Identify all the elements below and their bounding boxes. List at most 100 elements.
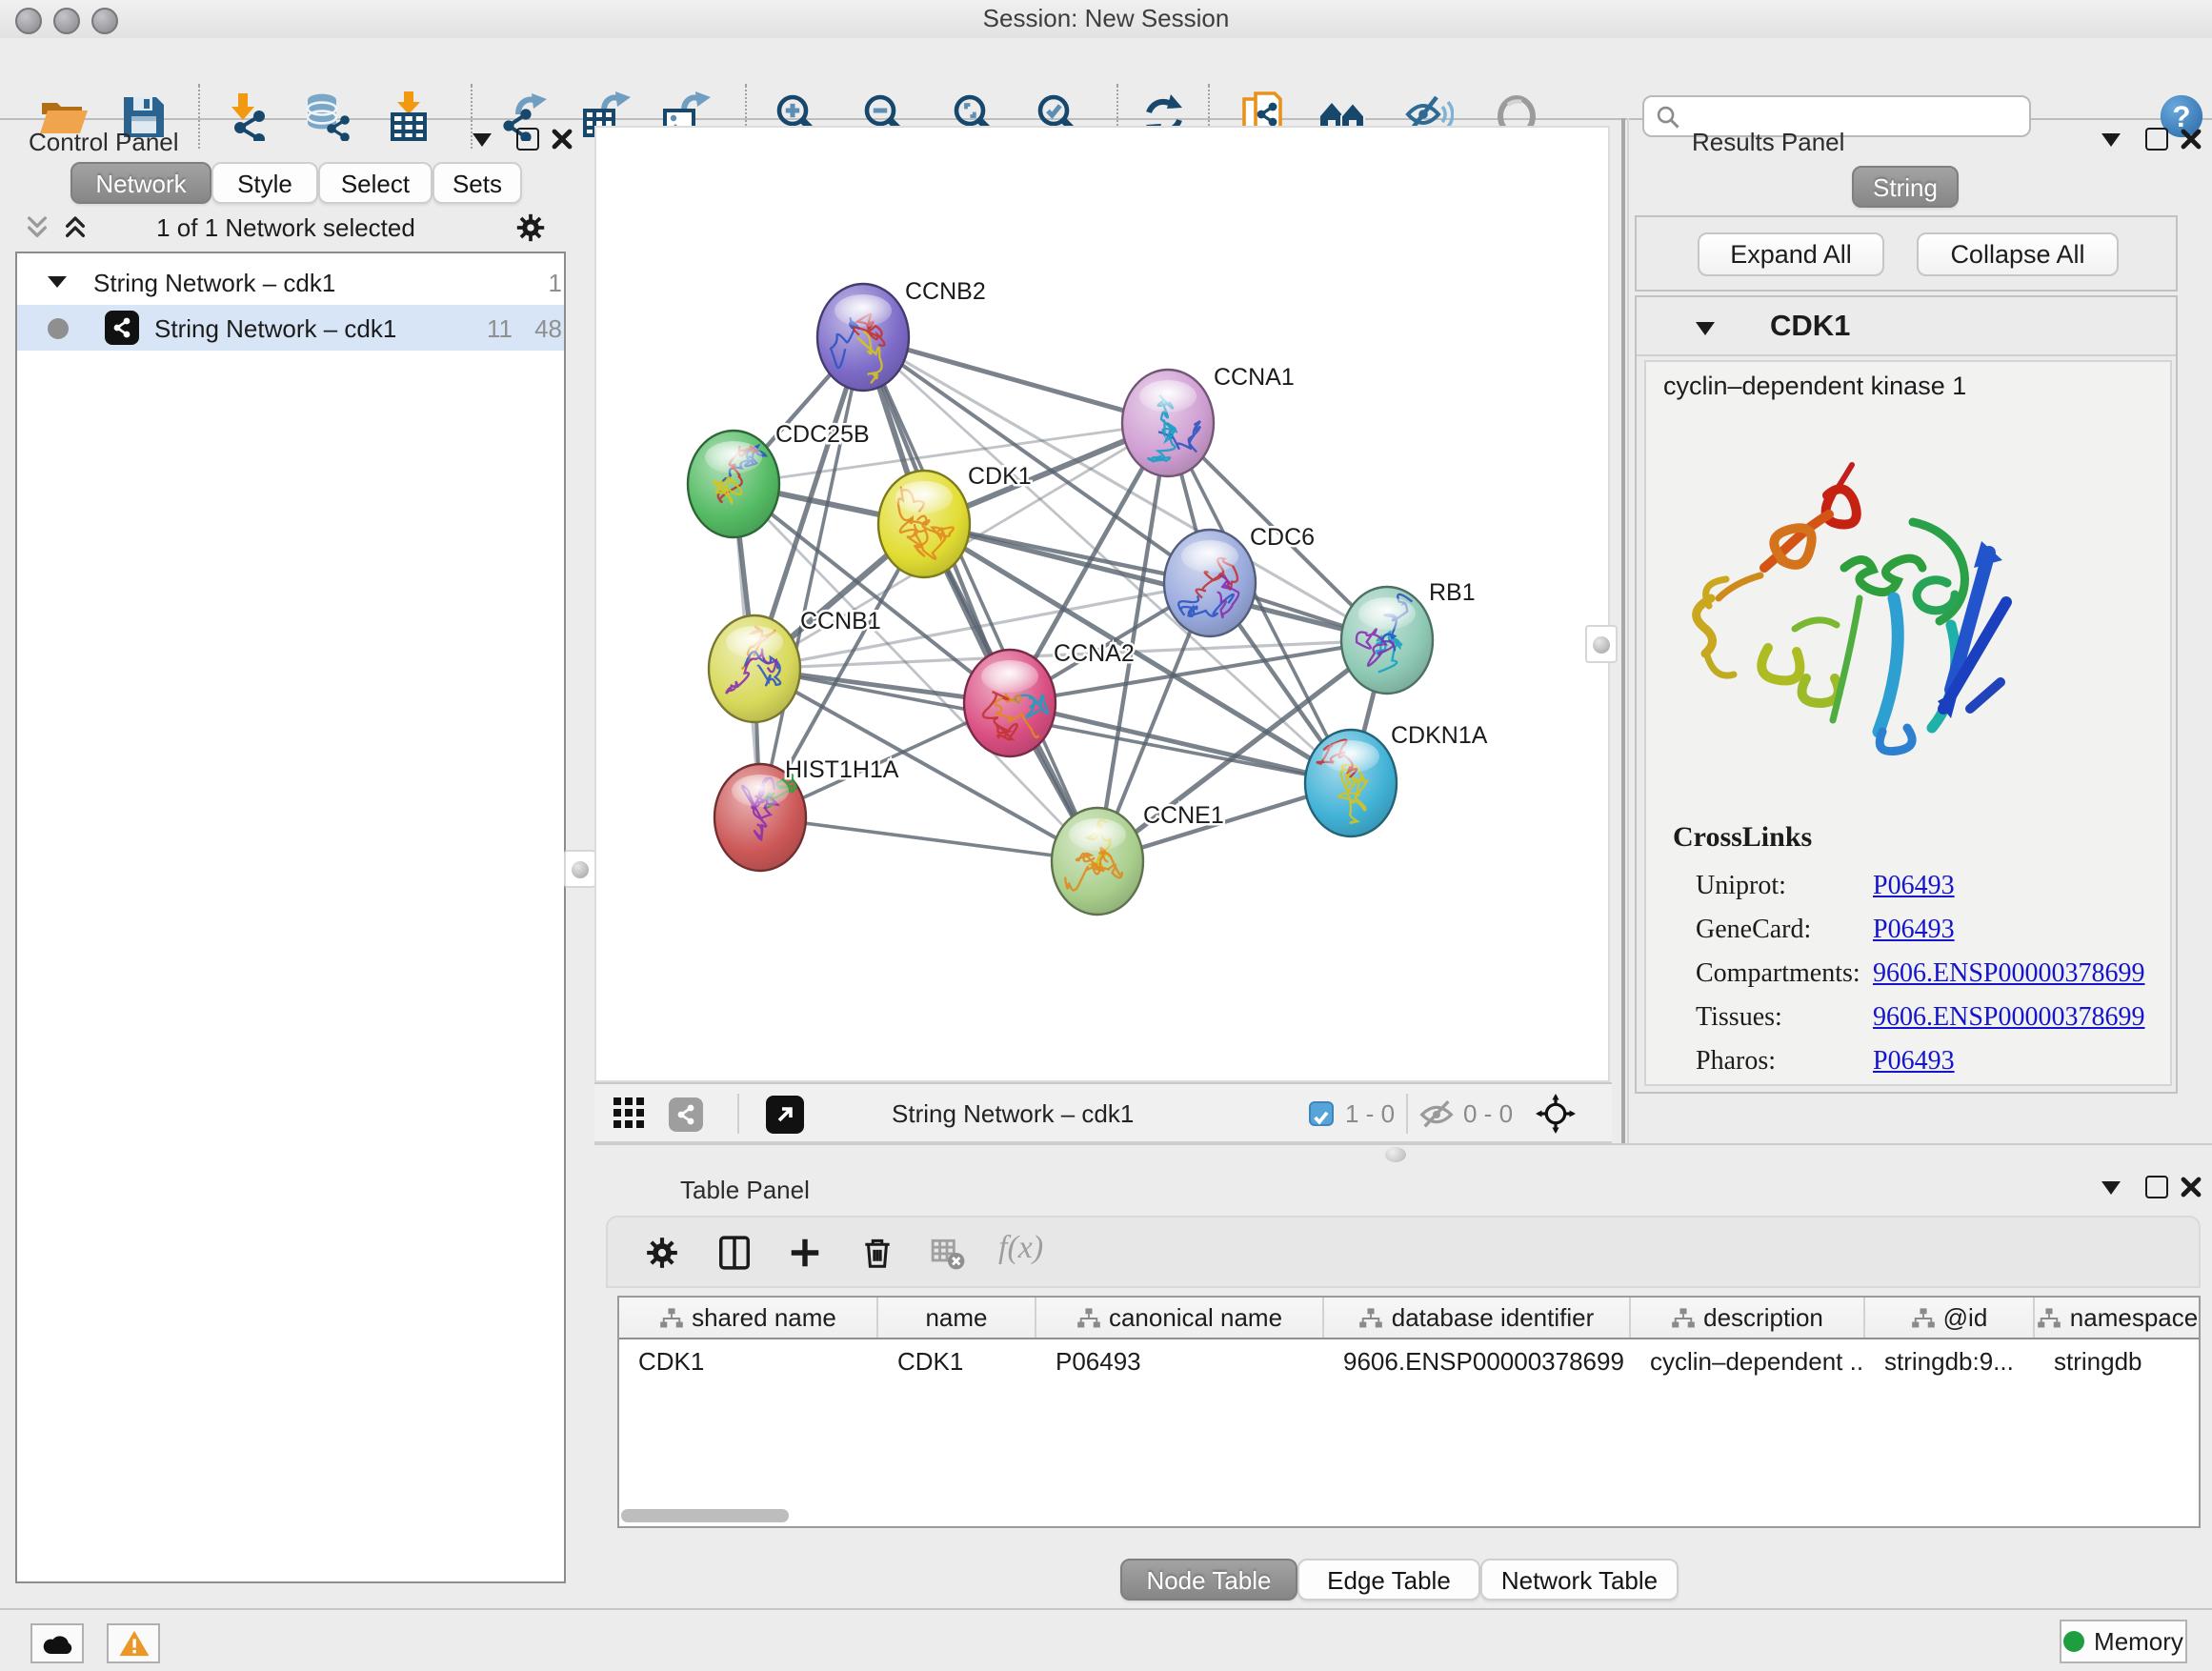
horizontal-splitter-handle[interactable] xyxy=(1385,1147,1406,1162)
crosslink-row: GeneCard:P06493 xyxy=(1696,909,2153,953)
collection-count: 1 xyxy=(535,268,562,296)
node-CDKN1A[interactable] xyxy=(1305,730,1397,836)
column-header-database-identifier[interactable]: database identifier xyxy=(1324,1298,1631,1338)
crosslink-link[interactable]: P06493 xyxy=(1873,872,1955,902)
node-label-CDC6: CDC6 xyxy=(1250,524,1315,551)
node-gloss xyxy=(1139,380,1196,413)
table-cell: cyclin–dependent ... xyxy=(1631,1346,1865,1375)
control-panel-title: Control Panel xyxy=(29,128,179,156)
birds-eye-view-icon[interactable] xyxy=(1536,1094,1576,1134)
node-RB1[interactable] xyxy=(1341,587,1433,694)
memory-button[interactable]: Memory xyxy=(2060,1620,2187,1663)
open-in-new-window-icon[interactable] xyxy=(766,1096,804,1134)
selected-nodes-checkbox[interactable] xyxy=(1309,1101,1334,1126)
toolbar-divider xyxy=(737,1094,739,1134)
tab-network[interactable]: Network xyxy=(70,162,211,204)
control-panel-float-icon[interactable] xyxy=(516,128,539,151)
hierarchy-icon xyxy=(659,1306,684,1329)
import-table-icon[interactable] xyxy=(385,91,434,141)
column-header-name[interactable]: name xyxy=(878,1298,1036,1338)
table-row[interactable]: CDK1CDK1P064939606.ENSP00000378699cyclin… xyxy=(619,1339,2199,1381)
tab-network-table[interactable]: Network Table xyxy=(1480,1559,1679,1601)
gene-header-divider xyxy=(1637,354,2176,356)
right-splitter-highlight xyxy=(1627,118,1629,1143)
edge-HIST1H1A-CCNE1[interactable] xyxy=(760,817,1097,861)
gene-section: CDK1 cyclin–dependent kinase 1 xyxy=(1635,295,2178,1094)
protein-structure-image xyxy=(1669,423,2021,766)
collection-expand-icon[interactable] xyxy=(48,276,67,288)
expand-all-networks-icon[interactable] xyxy=(61,213,90,242)
column-header-label: canonical name xyxy=(1109,1303,1282,1332)
node-label-HIST1H1A: HIST1H1A xyxy=(785,756,899,783)
column-header--id[interactable]: @id xyxy=(1865,1298,2035,1338)
crosslink-label: Uniprot: xyxy=(1696,872,1873,902)
delete-column-trash-icon[interactable] xyxy=(859,1235,895,1271)
right-splitter[interactable] xyxy=(1621,118,1625,1143)
expand-all-button[interactable]: Expand All xyxy=(1698,232,1884,276)
tab-edge-table[interactable]: Edge Table xyxy=(1297,1559,1480,1601)
create-column-icon[interactable] xyxy=(787,1235,823,1271)
edge-CCNA2-CDKN1A[interactable] xyxy=(1010,703,1351,783)
results-panel-close-icon[interactable] xyxy=(2180,128,2202,151)
node-label-CCNB1: CCNB1 xyxy=(800,608,881,634)
node-CDC25B[interactable] xyxy=(688,431,779,537)
node-label-CCNA1: CCNA1 xyxy=(1214,364,1295,391)
collapse-all-button[interactable]: Collapse All xyxy=(1917,232,2119,276)
node-CCNA2[interactable] xyxy=(964,650,1056,756)
tab-string[interactable]: String xyxy=(1852,166,1959,208)
hierarchy-icon xyxy=(1911,1306,1936,1329)
tab-sets[interactable]: Sets xyxy=(432,162,522,204)
network-view-toolbar: String Network – cdk1 1 - 0 0 - 0 xyxy=(594,1082,1612,1143)
table-panel-collapse-icon[interactable] xyxy=(2101,1181,2121,1195)
crosslink-link[interactable]: P06493 xyxy=(1873,1047,1955,1077)
node-table[interactable]: shared namename canonical name database id… xyxy=(617,1296,2201,1528)
control-panel-close-icon[interactable] xyxy=(551,128,573,151)
collapse-all-networks-icon[interactable] xyxy=(23,213,51,242)
network-share-view-icon[interactable] xyxy=(669,1097,703,1132)
left-splitter-handle[interactable] xyxy=(564,850,596,888)
column-header-namespace[interactable]: namespace xyxy=(2035,1298,2201,1338)
network-collection-row[interactable]: String Network – cdk1 1 xyxy=(17,259,564,305)
function-builder-icon-disabled: f(x) xyxy=(998,1229,1043,1267)
crosslink-link[interactable]: 9606.ENSP00000378699 xyxy=(1873,959,2144,990)
network-graph[interactable]: CCNB2CCNA1CDC25BCDK1CDC6RB1CCNB1CCNA2CDK… xyxy=(596,128,1608,1080)
import-network-icon[interactable] xyxy=(221,91,271,141)
crosslink-link[interactable]: P06493 xyxy=(1873,916,1955,946)
crosslink-row: Compartments:9606.ENSP00000378699 xyxy=(1696,953,2153,997)
results-panel-collapse-icon[interactable] xyxy=(2101,133,2121,147)
table-toolbar: f(x) xyxy=(606,1216,2201,1288)
cloud-button[interactable] xyxy=(30,1623,84,1663)
crosslink-link[interactable]: 9606.ENSP00000378699 xyxy=(1873,1003,2144,1034)
tab-select[interactable]: Select xyxy=(318,162,432,204)
column-header-description[interactable]: description xyxy=(1631,1298,1865,1338)
tab-style[interactable]: Style xyxy=(211,162,318,204)
node-CDK1[interactable] xyxy=(878,471,970,577)
table-options-gear-icon[interactable] xyxy=(644,1235,680,1271)
results-panel-title: Results Panel xyxy=(1692,128,1844,156)
node-CCNB2[interactable] xyxy=(817,284,909,391)
network-options-gear-icon[interactable] xyxy=(514,211,547,244)
results-panel-float-icon[interactable] xyxy=(2145,128,2168,151)
table-panel-close-icon[interactable] xyxy=(2180,1176,2202,1198)
grid-view-icon[interactable] xyxy=(613,1097,648,1132)
node-CCNB1[interactable] xyxy=(709,615,800,722)
control-panel-collapse-icon[interactable] xyxy=(473,133,492,147)
gene-collapse-icon[interactable] xyxy=(1696,322,1715,335)
node-CCNE1[interactable] xyxy=(1052,808,1143,915)
crosslink-label: Tissues: xyxy=(1696,1003,1873,1034)
right-splitter-handle[interactable] xyxy=(1585,625,1618,663)
table-horizontal-scrollbar[interactable] xyxy=(621,1509,789,1522)
import-network-from-database-icon[interactable] xyxy=(301,91,351,141)
edge-CCNB2-HIST1H1A[interactable] xyxy=(760,337,863,817)
warning-button[interactable] xyxy=(107,1623,160,1663)
column-header-canonical-name[interactable]: canonical name xyxy=(1036,1298,1324,1338)
network-canvas[interactable]: CCNB2CCNA1CDC25BCDK1CDC6RB1CCNB1CCNA2CDK… xyxy=(594,126,1610,1082)
horizontal-splitter[interactable] xyxy=(594,1143,2212,1145)
table-panel-float-icon[interactable] xyxy=(2145,1176,2168,1198)
column-header-shared-name[interactable]: shared name xyxy=(619,1298,878,1338)
tab-node-table[interactable]: Node Table xyxy=(1120,1559,1297,1601)
show-column-icon[interactable] xyxy=(716,1235,753,1271)
node-CCNA1[interactable] xyxy=(1122,370,1214,476)
network-row-selected[interactable]: String Network – cdk1 11 48 xyxy=(17,305,564,351)
node-CDC6[interactable] xyxy=(1164,530,1256,636)
